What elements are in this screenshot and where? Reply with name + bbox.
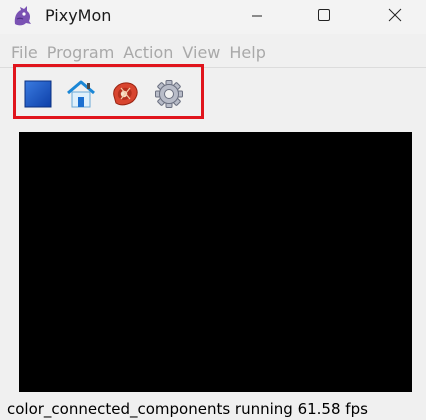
minimize-icon xyxy=(251,7,263,26)
pixymon-window: PixyMon File Program Action View Help co… xyxy=(0,0,426,420)
close-icon xyxy=(388,7,402,26)
status-bar: color_connected_components running 61.58… xyxy=(7,400,368,418)
menu-program[interactable]: Program xyxy=(36,40,115,66)
close-button[interactable] xyxy=(372,0,418,32)
settings-button[interactable] xyxy=(152,79,186,113)
home-icon xyxy=(65,79,97,113)
gear-icon xyxy=(154,79,184,113)
menu-bar: File Program Action View Help xyxy=(0,40,426,66)
steak-button[interactable] xyxy=(108,79,142,113)
steak-icon xyxy=(110,80,140,112)
home-button[interactable] xyxy=(64,79,98,113)
menu-help[interactable]: Help xyxy=(218,40,265,66)
title-bar[interactable]: PixyMon xyxy=(0,0,426,34)
maximize-button[interactable] xyxy=(301,0,347,32)
maximize-icon xyxy=(317,7,331,26)
menu-file[interactable]: File xyxy=(0,40,38,66)
menu-action[interactable]: Action xyxy=(112,40,173,66)
pixymon-logo-icon xyxy=(11,5,33,27)
minimize-button[interactable] xyxy=(234,0,280,32)
window-title: PixyMon xyxy=(45,6,112,25)
blue-square-icon xyxy=(24,80,52,112)
raw-video-button[interactable] xyxy=(21,79,55,113)
menu-view[interactable]: View xyxy=(171,40,220,66)
toolbar xyxy=(13,64,204,119)
video-display[interactable] xyxy=(19,132,412,392)
